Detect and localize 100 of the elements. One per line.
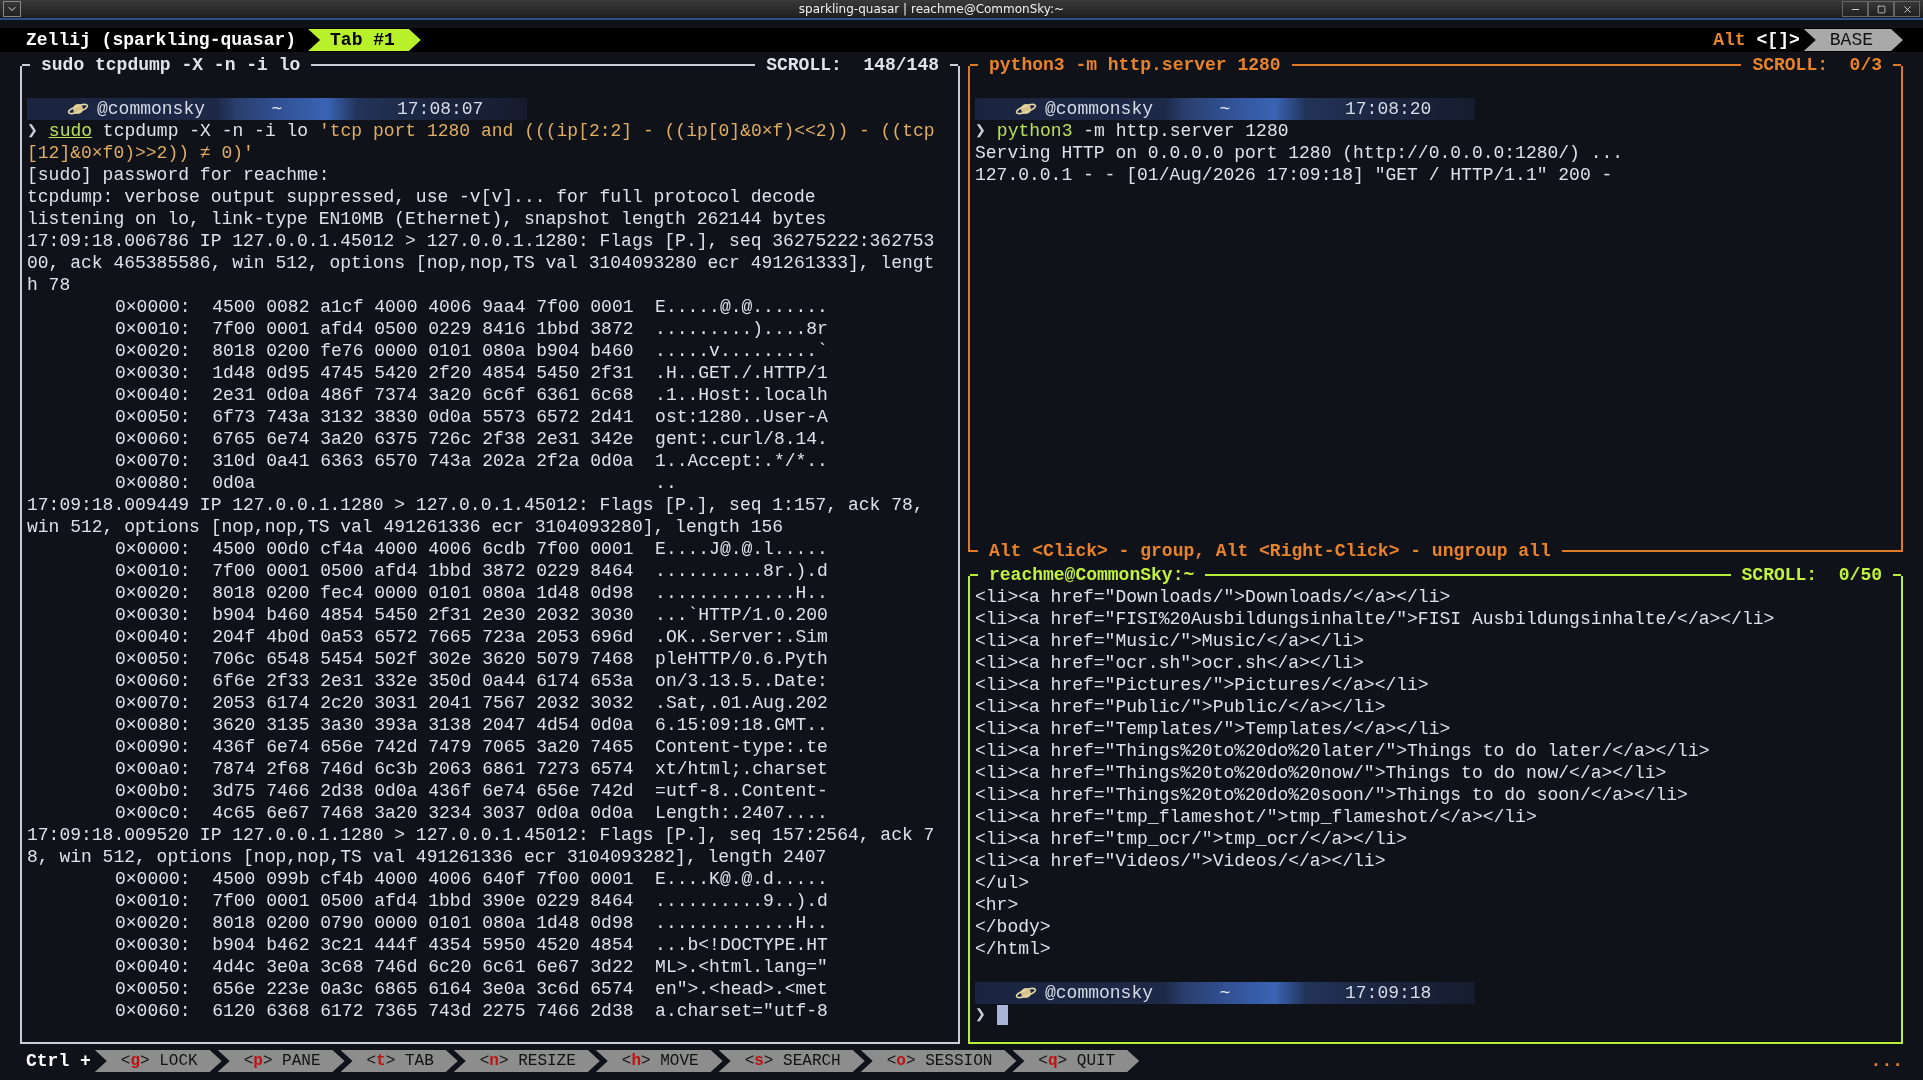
hex-dump-line: 0×0000: 4500 00d0 cf4a 4000 4006 6cdb 7f00 0001 E....J@.@.l.....	[115, 538, 828, 560]
maximize-icon	[1876, 4, 1886, 14]
hex-dump-line: 0×0080: 0d0a ..	[115, 472, 677, 494]
scroll-indicator: SCROLL: 0/3	[1751, 54, 1883, 76]
hex-dump-line: 0×0000: 4500 099b cf4b 4000 4006 640f 7f00 0001 E....K@.@.d.....	[115, 868, 828, 890]
output-line: <li><a href="Things%20to%20do%20later/">Things to do later/</a></li>	[975, 740, 1710, 762]
maximize-button[interactable]	[1868, 1, 1894, 17]
hex-dump-line: 0×0020: 8018 0200 fe76 0000 0101 080a b904 b460 .....v.........`	[115, 340, 828, 362]
prompt-symbol: ❯	[27, 120, 38, 142]
hex-dump-line: 0×0030: 1d48 0d95 4745 5420 2f20 4854 5450 2f31 .H..GET./.HTTP/1	[115, 362, 828, 384]
output-line: <li><a href="Videos/">Videos/</a></li>	[975, 850, 1386, 872]
prompt-symbol: ❯	[975, 120, 986, 142]
prompt-time: 17:08:20	[1345, 98, 1432, 120]
output-line: h 78	[27, 274, 71, 296]
pane-title: python3 -m http.server 1280	[988, 54, 1282, 76]
mode-keys: <[]>	[1756, 29, 1800, 51]
hex-dump-line: 0×00a0: 7874 2f68 746d 6c3b 2063 6861 7273 6574 xt/html;.charset	[115, 758, 828, 780]
scroll-indicator: SCROLL: 0/50	[1740, 564, 1883, 586]
output-line: 17:09:18.006786 IP 127.0.0.1.45012 > 127.0.0.1.1280: Flags [P.], seq 36275222:362753	[27, 230, 935, 252]
tab[interactable]: Tab #1	[308, 29, 421, 51]
output-line: <li><a href="Downloads/">Downloads/</a></li>	[975, 586, 1451, 608]
hex-dump-line: 0×0070: 310d 0a41 6363 6570 743a 202a 2f2a 0d0a 1..Accept:.*/*..	[115, 450, 828, 472]
hex-dump-line: 0×0050: 6f73 743a 3132 3830 0d0a 5573 6572 2d41 ost:1280..User-A	[115, 406, 828, 428]
hex-dump-line: 0×0060: 6120 6368 6172 7365 743d 2275 7466 2d38 a.charset="utf-8	[115, 1000, 828, 1022]
keybinding-hint: <s> SEARCH	[718, 1050, 865, 1072]
output-line: 8, win 512, options [nop,nop,TS val 491261336 ecr 3104093282], length 2407	[27, 846, 827, 868]
keybinding-hint: <p> PANE	[217, 1050, 345, 1072]
output-line: <li><a href="ocr.sh">ocr.sh</a></li>	[975, 652, 1364, 674]
hex-dump-line: 0×0020: 8018 0200 fec4 0000 0101 080a 1d48 0d98 .............H..	[115, 582, 828, 604]
output-line: <li><a href="Music/">Music/</a></li>	[975, 630, 1364, 652]
output-line: win 512, options [nop,nop,TS val 491261336 ecr 3104093280], length 156	[27, 516, 784, 538]
close-icon	[1901, 3, 1913, 15]
prompt-user: @commonsky	[1045, 982, 1155, 1004]
hex-dump-line: 0×0090: 436f 6e74 656e 742d 7479 7065 3a20 7465 Content-type:.te	[115, 736, 828, 758]
hex-dump-line: 0×0010: 7f00 0001 0500 afd4 1bbd 3872 0229 8464 ..........8r.).d	[115, 560, 828, 582]
keybinding-hint: <h> MOVE	[595, 1050, 723, 1072]
output-line: 00, ack 465385586, win 512, options [nop,nop,TS val 3104093280 ecr 491261333], lengt	[27, 252, 935, 274]
output-line: 17:09:18.009520 IP 127.0.0.1.1280 > 127.0.0.1.45012: Flags [P.], seq 157:2564, ack 7	[27, 824, 935, 846]
minimize-button[interactable]	[1842, 1, 1868, 17]
hex-dump-line: 0×0020: 8018 0200 0790 0000 0101 080a 1d48 0d98 .............H..	[115, 912, 828, 934]
hex-dump-line: 0×0060: 6765 6e74 3a20 6375 726c 2f38 2e31 342e gent:.curl/8.14.	[115, 428, 828, 450]
scroll-indicator: SCROLL: 148/148	[765, 54, 940, 76]
close-button[interactable]	[1894, 1, 1920, 17]
keybinding-hint: <g> LOCK	[94, 1050, 222, 1072]
window-menu-button[interactable]	[3, 1, 21, 17]
hex-dump-line: 0×0000: 4500 0082 a1cf 4000 4006 9aa4 7f00 0001 E.....@.@.......	[115, 296, 828, 318]
mode-indicator: BASE	[1803, 29, 1903, 51]
prompt-directory: ~	[1218, 98, 1232, 120]
keybinding-hint: <q> QUIT	[1012, 1050, 1140, 1072]
output-line: [sudo] password for reachme:	[27, 164, 330, 186]
output-line: 127.0.0.1 - - [01/Aug/2026 17:09:18] "GET / HTTP/1.1" 200 -	[975, 164, 1613, 186]
output-line: listening on lo, link-type EN10MB (Ethernet), snapshot length 262144 bytes	[27, 208, 827, 230]
prompt-time: 17:08:07	[397, 98, 484, 120]
prompt-symbol: ❯	[975, 1004, 986, 1026]
prompt-directory: ~	[270, 98, 284, 120]
hex-dump-line: 0×0030: b904 b462 3c21 444f 4354 5950 4520 4854 ...b<!DOCTYPE.HT	[115, 934, 828, 956]
hex-dump-line: 0×0040: 204f 4b0d 0a53 6572 7665 723a 2053 696d .OK..Server:.Sim	[115, 626, 828, 648]
keybinding-hint: <t> TAB	[340, 1050, 458, 1072]
hex-dump-line: 0×0040: 4d4c 3e0a 3c68 746d 6c20 6c61 6e67 3d22 ML>.<html.lang="	[115, 956, 828, 978]
output-line: <li><a href="Public/">Public/</a></li>	[975, 696, 1386, 718]
window-title: sparkling-quasar | reachme@CommonSky:~	[797, 2, 1066, 16]
pane-hint: Alt <Click> - group, Alt <Right-Click> - ungroup all	[988, 540, 1552, 562]
output-line: <hr>	[975, 894, 1019, 916]
text-cursor	[996, 1005, 1008, 1025]
planet-icon	[1015, 985, 1037, 1001]
hex-dump-line: 0×00b0: 3d75 7466 2d38 0d0a 436f 6e74 656e 742d =utf-8..Content-	[115, 780, 828, 802]
output-line: </body>	[975, 916, 1051, 938]
output-line: <li><a href="Things%20to%20do%20soon/">Things to do soon/</a></li>	[975, 784, 1688, 806]
command-line: sudo tcpdump -X -n -i lo 'tcp port 1280 and (((ip[2:2] - ((ip[0]&0×f)<<2)) - ((tcp	[48, 120, 935, 142]
session-name: Zellij (sparkling-quasar)	[26, 29, 297, 51]
output-line: </ul>	[975, 872, 1029, 894]
output-line: Serving HTTP on 0.0.0.0 port 1280 (http://0.0.0.0:1280/) ...	[975, 142, 1624, 164]
command-line: python3 -m http.server 1280	[996, 120, 1289, 142]
output-line: 17:09:18.009449 IP 127.0.0.1.1280 > 127.0.0.1.45012: Flags [P.], seq 1:157, ack 78,	[27, 494, 924, 516]
mode-modifier: Alt	[1713, 29, 1746, 51]
prompt-user: @commonsky	[97, 98, 207, 120]
planet-icon	[67, 101, 89, 117]
hex-dump-line: 0×0010: 7f00 0001 0500 afd4 1bbd 390e 0229 8464 ..........9..).d	[115, 890, 828, 912]
hex-dump-line: 0×0030: b904 b460 4854 5450 2f31 2e30 2032 3030 ...`HTTP/1.0.200	[115, 604, 828, 626]
command-line: [12]&0×f0)>>2)) ≠ 0)'	[27, 142, 254, 164]
output-line: <li><a href="Templates/">Templates/</a></li>	[975, 718, 1451, 740]
pane-title: reachme@CommonSky:~	[988, 564, 1196, 586]
output-line: <li><a href="Things%20to%20do%20now/">Things to do now/</a></li>	[975, 762, 1667, 784]
pane-title: sudo tcpdump -X -n -i lo	[40, 54, 302, 76]
hex-dump-line: 0×0050: 656e 223e 0a3c 6865 6164 3e0a 3c6d 6574 en">.<head>.<met	[115, 978, 828, 1000]
prompt-directory: ~	[1218, 982, 1232, 1004]
keybinding-hint: <n> RESIZE	[453, 1050, 600, 1072]
output-line: <li><a href="Pictures/">Pictures/</a></li>	[975, 674, 1429, 696]
output-line: <li><a href="tmp_ocr/">tmp_ocr/</a></li>	[975, 828, 1408, 850]
hex-dump-line: 0×00c0: 4c65 6e67 7468 3a20 3234 3037 0d0a 0d0a Length:.2407....	[115, 802, 828, 824]
output-line: tcpdump: verbose output suppressed, use -v[v]... for full protocol decode	[27, 186, 816, 208]
keybinding-hint: <o> SESSION	[860, 1050, 1017, 1072]
hex-dump-line: 0×0010: 7f00 0001 afd4 0500 0229 8416 1bbd 3872 .........)....8r	[115, 318, 828, 340]
output-line: </html>	[975, 938, 1051, 960]
hex-dump-line: 0×0080: 3620 3135 3a30 393a 3138 2047 4d54 0d0a 6.15:09:18.GMT..	[115, 714, 828, 736]
planet-icon	[1015, 101, 1037, 117]
status-modifier: Ctrl +	[26, 1050, 91, 1072]
prompt-time: 17:09:18	[1345, 982, 1432, 1004]
hex-dump-line: 0×0060: 6f6e 2f33 2e31 332e 350d 0a44 6174 653a on/3.13.5..Date:	[115, 670, 828, 692]
hex-dump-line: 0×0050: 706c 6548 5454 502f 302e 3620 5079 7468 pleHTTP/0.6.Pyth	[115, 648, 828, 670]
